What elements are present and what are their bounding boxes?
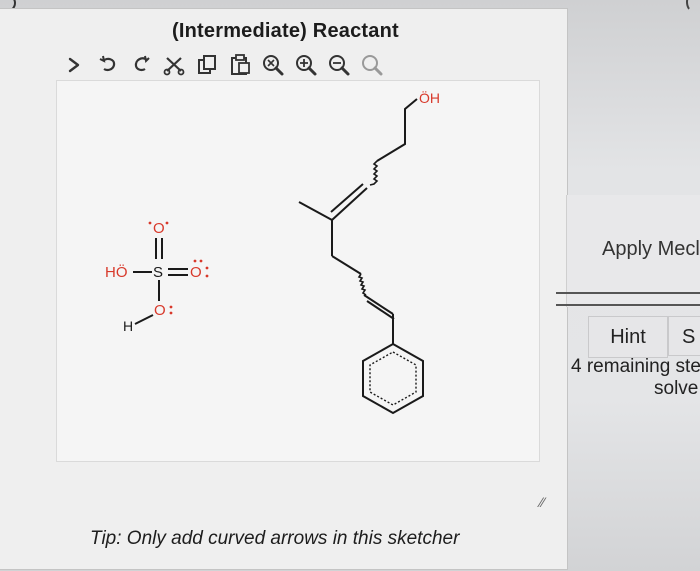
solve-button[interactable]: S — [668, 316, 700, 356]
sulfur-label: S — [153, 264, 163, 281]
ho-label: HÖ — [105, 263, 128, 281]
chevron-right-icon[interactable] — [58, 50, 91, 80]
oxygen-right-label: O — [190, 264, 202, 281]
drawing-canvas[interactable]: HÖ S O O O H ÖH — [56, 80, 540, 462]
oxygen-bottom-label: O — [154, 302, 166, 319]
remaining-steps-text: 4 remaining ste — [571, 356, 700, 377]
undo-icon[interactable] — [91, 50, 124, 80]
panel-title: (Intermediate) Reactant — [172, 20, 399, 42]
molecule-drawing: HÖ S O O O H ÖH — [105, 89, 440, 415]
resize-handle-icon[interactable]: ⁄⁄ — [540, 494, 545, 510]
tip-text: Tip: Only add curved arrows in this sket… — [90, 528, 460, 549]
alcohol-molecule[interactable]: ÖH — [298, 89, 440, 415]
redo-icon[interactable] — [124, 50, 157, 80]
zoom-fit-icon[interactable] — [355, 50, 388, 80]
zoom-reset-icon[interactable] — [256, 50, 289, 80]
divider-line-2 — [556, 304, 700, 306]
remaining-steps-text-2: solve — [654, 378, 699, 399]
paste-icon[interactable] — [223, 50, 256, 80]
copy-icon[interactable] — [190, 50, 223, 80]
bond-o-h — [134, 314, 154, 325]
apply-mechanism-label: Apply Mecl — [602, 238, 700, 260]
hint-button[interactable]: Hint — [588, 316, 668, 358]
zoom-in-icon[interactable] — [289, 50, 322, 80]
sulfuric-acid-molecule[interactable]: HÖ S O O O H — [105, 220, 209, 334]
zoom-out-icon[interactable] — [322, 50, 355, 80]
cut-icon[interactable] — [157, 50, 190, 80]
hydroxyl-label: ÖH — [419, 89, 440, 106]
oxygen-top-label: O — [153, 220, 165, 237]
sketcher-toolbar — [58, 50, 388, 80]
divider-line — [556, 292, 700, 294]
hydrogen-label: H — [123, 318, 133, 334]
